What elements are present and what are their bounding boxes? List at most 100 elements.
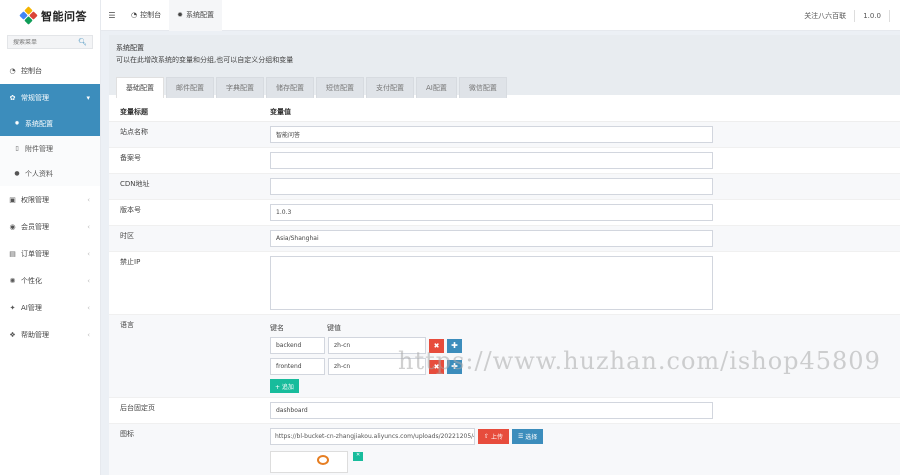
config-tabs: 基础配置 邮件配置 字典配置 储存配置 短信配置 支付配置 AI配置 微信配置 bbox=[116, 77, 893, 98]
sidebar-item-label: 帮助管理 bbox=[21, 330, 49, 339]
app-name: 智能问答 bbox=[41, 9, 87, 23]
sidebar-subitem-config[interactable]: ✹ 系统配置 bbox=[0, 111, 100, 136]
drag-button[interactable]: ✚ bbox=[447, 359, 462, 374]
sidebar-item-ai[interactable]: ✦ AI管理 ‹ bbox=[0, 294, 100, 321]
drag-button[interactable]: ✚ bbox=[447, 338, 462, 353]
tab-label: 控制台 bbox=[140, 11, 162, 19]
sidebar-item-label: 会员管理 bbox=[21, 222, 49, 231]
sidebar-subitem-profile[interactable]: ● 个人资料 bbox=[0, 161, 100, 186]
sidebar-item-label: 订单管理 bbox=[21, 249, 49, 258]
choose-label: 选择 bbox=[525, 434, 538, 441]
version-input[interactable]: 1.0.3 bbox=[270, 204, 713, 221]
tab-dashboard[interactable]: ◔ 控制台 bbox=[123, 0, 169, 31]
tab-payment[interactable]: 支付配置 bbox=[366, 77, 414, 98]
cogs-icon: ✿ bbox=[9, 93, 16, 102]
table-row: CDN地址 bbox=[109, 174, 900, 200]
upload-button[interactable]: ⇧ 上传 bbox=[478, 429, 509, 444]
table-row: 版本号 1.0.3 bbox=[109, 200, 900, 226]
field-label: 站点名称 bbox=[120, 128, 148, 136]
tab-sms[interactable]: 短信配置 bbox=[316, 77, 364, 98]
language-key-input[interactable]: backend bbox=[270, 337, 325, 354]
gear-icon: ✹ bbox=[177, 11, 183, 19]
tab-ai[interactable]: AI配置 bbox=[416, 77, 457, 98]
tab-storage[interactable]: 储存配置 bbox=[266, 77, 314, 98]
follow-link[interactable]: 关注八六百联 bbox=[804, 11, 846, 21]
table-row: 图标 https://bl-bucket-cn-zhangjiakou.aliy… bbox=[109, 424, 900, 475]
table-row: 时区 Asia/Shanghai bbox=[109, 226, 900, 252]
main-content: 系统配置 可以在此增改系统的变量和分组,也可以自定义分组和变量 基础配置 邮件配… bbox=[109, 35, 900, 475]
user-circle-icon: ◉ bbox=[9, 222, 16, 231]
version-badge: 1.0.0 bbox=[863, 11, 881, 20]
column-title: 变量标题 bbox=[120, 107, 148, 116]
sidebar-item-member[interactable]: ◉ 会员管理 ‹ bbox=[0, 213, 100, 240]
field-label: 禁止IP bbox=[120, 258, 141, 266]
upload-icon: ⇧ bbox=[484, 433, 491, 440]
sidebar-item-personalize[interactable]: ✺ 个性化 ‹ bbox=[0, 267, 100, 294]
cdn-input[interactable] bbox=[270, 178, 713, 195]
language-header: 键名 键值 bbox=[270, 323, 462, 333]
chevron-left-icon: ‹ bbox=[87, 222, 90, 231]
tab-wechat[interactable]: 微信配置 bbox=[458, 77, 507, 98]
remove-button[interactable]: ✖ bbox=[429, 359, 444, 374]
tab-config[interactable]: ✹ 系统配置 bbox=[169, 0, 222, 31]
tab-basic[interactable]: 基础配置 bbox=[116, 77, 164, 98]
file-icon: ▯ bbox=[15, 145, 19, 152]
choose-button[interactable]: ☰ 选择 bbox=[511, 429, 544, 444]
logo-preview[interactable]: ✕ bbox=[270, 451, 364, 473]
top-header: ☰ ◔ 控制台 ✹ 系统配置 关注八六百联 1.0.0 bbox=[101, 0, 900, 31]
logo-url-input[interactable]: https://bl-bucket-cn-zhangjiakou.aliyunc… bbox=[270, 428, 475, 445]
sidebar-search-input[interactable] bbox=[13, 38, 75, 46]
language-row: backend zh-cn ✖ ✚ bbox=[270, 337, 462, 354]
field-label: 版本号 bbox=[120, 206, 141, 214]
field-label: CDN地址 bbox=[120, 180, 150, 188]
gear-icon: ✹ bbox=[14, 120, 20, 127]
field-label: 语言 bbox=[120, 321, 134, 329]
sidebar-search[interactable]: 🔍︎ bbox=[7, 35, 93, 49]
timezone-input[interactable]: Asia/Shanghai bbox=[270, 230, 713, 247]
field-label: 时区 bbox=[120, 232, 134, 240]
value-header: 键值 bbox=[327, 324, 341, 332]
sidebar-item-dashboard[interactable]: ◔ 控制台 bbox=[0, 57, 100, 84]
sidebar-item-label: 权限管理 bbox=[21, 195, 49, 204]
sidebar-subitem-attachment[interactable]: ▯ 附件管理 bbox=[0, 136, 100, 161]
sidebar-item-label: AI管理 bbox=[21, 303, 42, 312]
tab-dictionary[interactable]: 字典配置 bbox=[216, 77, 264, 98]
app-logo[interactable]: 智能问答 bbox=[0, 0, 100, 31]
sidebar-item-order[interactable]: ▤ 订单管理 ‹ bbox=[0, 240, 100, 267]
delete-tag[interactable]: ✕ bbox=[353, 452, 364, 461]
table-row: 备案号 bbox=[109, 148, 900, 174]
remove-button[interactable]: ✖ bbox=[429, 338, 444, 353]
page-description: 可以在此增改系统的变量和分组,也可以自定义分组和变量 bbox=[116, 56, 294, 64]
list-icon: ☰ bbox=[517, 433, 526, 440]
divider bbox=[854, 9, 856, 22]
table-row: 后台固定页 dashboard bbox=[109, 398, 900, 424]
ai-icon: ✦ bbox=[9, 303, 16, 312]
help-icon: ❖ bbox=[9, 330, 16, 339]
chevron-left-icon: ‹ bbox=[87, 303, 90, 312]
language-key-input[interactable]: frontend bbox=[270, 358, 325, 375]
sidebar-item-auth[interactable]: ▣ 权限管理 ‹ bbox=[0, 186, 100, 213]
table-row: 站点名称 智能问答 bbox=[109, 122, 900, 148]
fixed-page-input[interactable]: dashboard bbox=[270, 402, 713, 419]
field-label: 图标 bbox=[120, 430, 134, 438]
language-row: frontend zh-cn ✖ ✚ bbox=[270, 358, 462, 375]
column-value: 变量值 bbox=[270, 107, 291, 116]
append-button[interactable]: + 追加 bbox=[270, 379, 299, 393]
divider bbox=[889, 9, 890, 22]
search-icon[interactable]: 🔍︎ bbox=[78, 38, 87, 46]
sidebar-item-help[interactable]: ❖ 帮助管理 ‹ bbox=[0, 321, 100, 348]
language-value-input[interactable]: zh-cn bbox=[328, 337, 426, 354]
table-row: 语言 键名 键值 backend zh-cn ✖ ✚ frontend zh-c… bbox=[109, 315, 900, 398]
beian-input[interactable] bbox=[270, 152, 713, 169]
sidebar-item-general[interactable]: ✿ 常规管理 ▾ bbox=[0, 84, 100, 111]
panel-heading: 系统配置 可以在此增改系统的变量和分组,也可以自定义分组和变量 基础配置 邮件配… bbox=[109, 35, 900, 98]
forbidden-ip-textarea[interactable] bbox=[270, 256, 713, 310]
menu-toggle-icon[interactable]: ☰ bbox=[101, 11, 123, 20]
tab-email[interactable]: 邮件配置 bbox=[166, 77, 214, 98]
language-value-input[interactable]: zh-cn bbox=[328, 358, 426, 375]
dashboard-icon: ◔ bbox=[131, 11, 138, 19]
site-name-input[interactable]: 智能问答 bbox=[270, 126, 713, 143]
logo-icon bbox=[19, 6, 38, 25]
dashboard-icon: ◔ bbox=[9, 66, 16, 75]
table-row: 禁止IP bbox=[109, 252, 900, 315]
